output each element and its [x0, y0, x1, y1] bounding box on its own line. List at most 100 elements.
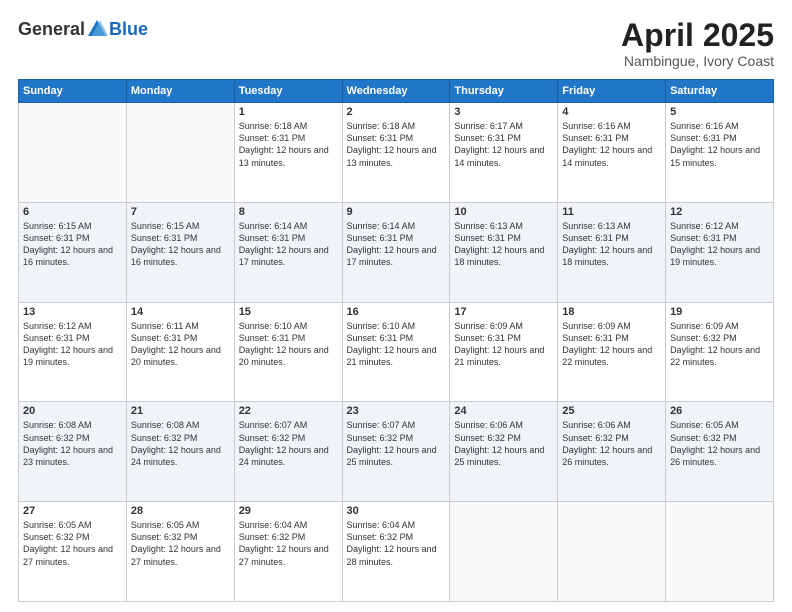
calendar-header-tuesday: Tuesday [234, 80, 342, 103]
day-number: 12 [670, 206, 769, 218]
day-number: 30 [347, 505, 446, 517]
day-number: 2 [347, 106, 446, 118]
calendar-day-cell: 12 Sunrise: 6:12 AMSunset: 6:31 PMDaylig… [666, 202, 774, 302]
day-info: Sunrise: 6:18 AMSunset: 6:31 PMDaylight:… [239, 121, 329, 167]
calendar-day-cell: 26 Sunrise: 6:05 AMSunset: 6:32 PMDaylig… [666, 402, 774, 502]
day-number: 17 [454, 306, 553, 318]
day-info: Sunrise: 6:04 AMSunset: 6:32 PMDaylight:… [239, 520, 329, 566]
calendar-day-cell: 28 Sunrise: 6:05 AMSunset: 6:32 PMDaylig… [126, 502, 234, 602]
day-info: Sunrise: 6:13 AMSunset: 6:31 PMDaylight:… [562, 221, 652, 267]
day-number: 18 [562, 306, 661, 318]
calendar-day-cell: 14 Sunrise: 6:11 AMSunset: 6:31 PMDaylig… [126, 302, 234, 402]
calendar-week-row: 1 Sunrise: 6:18 AMSunset: 6:31 PMDayligh… [19, 103, 774, 203]
calendar-week-row: 13 Sunrise: 6:12 AMSunset: 6:31 PMDaylig… [19, 302, 774, 402]
day-number: 28 [131, 505, 230, 517]
calendar-day-cell: 19 Sunrise: 6:09 AMSunset: 6:32 PMDaylig… [666, 302, 774, 402]
calendar-day-cell [126, 103, 234, 203]
calendar-day-cell: 9 Sunrise: 6:14 AMSunset: 6:31 PMDayligh… [342, 202, 450, 302]
day-info: Sunrise: 6:08 AMSunset: 6:32 PMDaylight:… [131, 420, 221, 466]
day-number: 26 [670, 405, 769, 417]
logo: General Blue [18, 18, 148, 40]
calendar-header-monday: Monday [126, 80, 234, 103]
day-number: 7 [131, 206, 230, 218]
day-number: 14 [131, 306, 230, 318]
calendar-day-cell [666, 502, 774, 602]
calendar-day-cell [19, 103, 127, 203]
location: Nambingue, Ivory Coast [621, 53, 774, 69]
day-info: Sunrise: 6:07 AMSunset: 6:32 PMDaylight:… [239, 420, 329, 466]
calendar-day-cell: 22 Sunrise: 6:07 AMSunset: 6:32 PMDaylig… [234, 402, 342, 502]
calendar-day-cell: 5 Sunrise: 6:16 AMSunset: 6:31 PMDayligh… [666, 103, 774, 203]
day-info: Sunrise: 6:10 AMSunset: 6:31 PMDaylight:… [347, 321, 437, 367]
day-info: Sunrise: 6:07 AMSunset: 6:32 PMDaylight:… [347, 420, 437, 466]
page: General Blue April 2025 Nambingue, Ivory… [0, 0, 792, 612]
calendar-day-cell: 18 Sunrise: 6:09 AMSunset: 6:31 PMDaylig… [558, 302, 666, 402]
day-number: 24 [454, 405, 553, 417]
day-number: 21 [131, 405, 230, 417]
day-number: 20 [23, 405, 122, 417]
calendar-day-cell: 1 Sunrise: 6:18 AMSunset: 6:31 PMDayligh… [234, 103, 342, 203]
calendar-week-row: 20 Sunrise: 6:08 AMSunset: 6:32 PMDaylig… [19, 402, 774, 502]
calendar-day-cell: 11 Sunrise: 6:13 AMSunset: 6:31 PMDaylig… [558, 202, 666, 302]
day-info: Sunrise: 6:14 AMSunset: 6:31 PMDaylight:… [239, 221, 329, 267]
day-number: 16 [347, 306, 446, 318]
calendar-day-cell: 10 Sunrise: 6:13 AMSunset: 6:31 PMDaylig… [450, 202, 558, 302]
day-info: Sunrise: 6:18 AMSunset: 6:31 PMDaylight:… [347, 121, 437, 167]
day-number: 19 [670, 306, 769, 318]
logo-general: General [18, 19, 85, 40]
calendar-day-cell: 30 Sunrise: 6:04 AMSunset: 6:32 PMDaylig… [342, 502, 450, 602]
calendar-day-cell: 15 Sunrise: 6:10 AMSunset: 6:31 PMDaylig… [234, 302, 342, 402]
day-info: Sunrise: 6:09 AMSunset: 6:31 PMDaylight:… [454, 321, 544, 367]
day-number: 5 [670, 106, 769, 118]
logo-blue: Blue [109, 19, 148, 40]
day-info: Sunrise: 6:04 AMSunset: 6:32 PMDaylight:… [347, 520, 437, 566]
day-info: Sunrise: 6:05 AMSunset: 6:32 PMDaylight:… [23, 520, 113, 566]
calendar-day-cell [450, 502, 558, 602]
calendar-day-cell: 23 Sunrise: 6:07 AMSunset: 6:32 PMDaylig… [342, 402, 450, 502]
day-info: Sunrise: 6:17 AMSunset: 6:31 PMDaylight:… [454, 121, 544, 167]
day-info: Sunrise: 6:11 AMSunset: 6:31 PMDaylight:… [131, 321, 221, 367]
calendar-day-cell: 25 Sunrise: 6:06 AMSunset: 6:32 PMDaylig… [558, 402, 666, 502]
calendar-day-cell [558, 502, 666, 602]
day-info: Sunrise: 6:08 AMSunset: 6:32 PMDaylight:… [23, 420, 113, 466]
day-info: Sunrise: 6:06 AMSunset: 6:32 PMDaylight:… [562, 420, 652, 466]
day-number: 13 [23, 306, 122, 318]
calendar-day-cell: 13 Sunrise: 6:12 AMSunset: 6:31 PMDaylig… [19, 302, 127, 402]
calendar-header-sunday: Sunday [19, 80, 127, 103]
month-title: April 2025 [621, 18, 774, 53]
day-info: Sunrise: 6:15 AMSunset: 6:31 PMDaylight:… [131, 221, 221, 267]
calendar-day-cell: 8 Sunrise: 6:14 AMSunset: 6:31 PMDayligh… [234, 202, 342, 302]
calendar-day-cell: 20 Sunrise: 6:08 AMSunset: 6:32 PMDaylig… [19, 402, 127, 502]
day-info: Sunrise: 6:12 AMSunset: 6:31 PMDaylight:… [670, 221, 760, 267]
calendar-day-cell: 27 Sunrise: 6:05 AMSunset: 6:32 PMDaylig… [19, 502, 127, 602]
day-info: Sunrise: 6:06 AMSunset: 6:32 PMDaylight:… [454, 420, 544, 466]
day-info: Sunrise: 6:05 AMSunset: 6:32 PMDaylight:… [131, 520, 221, 566]
calendar-day-cell: 4 Sunrise: 6:16 AMSunset: 6:31 PMDayligh… [558, 103, 666, 203]
header: General Blue April 2025 Nambingue, Ivory… [18, 18, 774, 69]
day-info: Sunrise: 6:12 AMSunset: 6:31 PMDaylight:… [23, 321, 113, 367]
day-number: 3 [454, 106, 553, 118]
calendar-day-cell: 21 Sunrise: 6:08 AMSunset: 6:32 PMDaylig… [126, 402, 234, 502]
day-info: Sunrise: 6:14 AMSunset: 6:31 PMDaylight:… [347, 221, 437, 267]
calendar-day-cell: 3 Sunrise: 6:17 AMSunset: 6:31 PMDayligh… [450, 103, 558, 203]
calendar-day-cell: 16 Sunrise: 6:10 AMSunset: 6:31 PMDaylig… [342, 302, 450, 402]
day-number: 10 [454, 206, 553, 218]
day-info: Sunrise: 6:16 AMSunset: 6:31 PMDaylight:… [670, 121, 760, 167]
calendar-day-cell: 29 Sunrise: 6:04 AMSunset: 6:32 PMDaylig… [234, 502, 342, 602]
calendar-header-saturday: Saturday [666, 80, 774, 103]
day-info: Sunrise: 6:05 AMSunset: 6:32 PMDaylight:… [670, 420, 760, 466]
day-info: Sunrise: 6:15 AMSunset: 6:31 PMDaylight:… [23, 221, 113, 267]
day-number: 6 [23, 206, 122, 218]
day-number: 9 [347, 206, 446, 218]
calendar-day-cell: 24 Sunrise: 6:06 AMSunset: 6:32 PMDaylig… [450, 402, 558, 502]
calendar-day-cell: 7 Sunrise: 6:15 AMSunset: 6:31 PMDayligh… [126, 202, 234, 302]
calendar-header-friday: Friday [558, 80, 666, 103]
calendar-header-row: SundayMondayTuesdayWednesdayThursdayFrid… [19, 80, 774, 103]
day-number: 22 [239, 405, 338, 417]
day-info: Sunrise: 6:13 AMSunset: 6:31 PMDaylight:… [454, 221, 544, 267]
logo-text: General Blue [18, 18, 148, 40]
calendar-header-wednesday: Wednesday [342, 80, 450, 103]
calendar-day-cell: 17 Sunrise: 6:09 AMSunset: 6:31 PMDaylig… [450, 302, 558, 402]
day-number: 27 [23, 505, 122, 517]
calendar-day-cell: 6 Sunrise: 6:15 AMSunset: 6:31 PMDayligh… [19, 202, 127, 302]
